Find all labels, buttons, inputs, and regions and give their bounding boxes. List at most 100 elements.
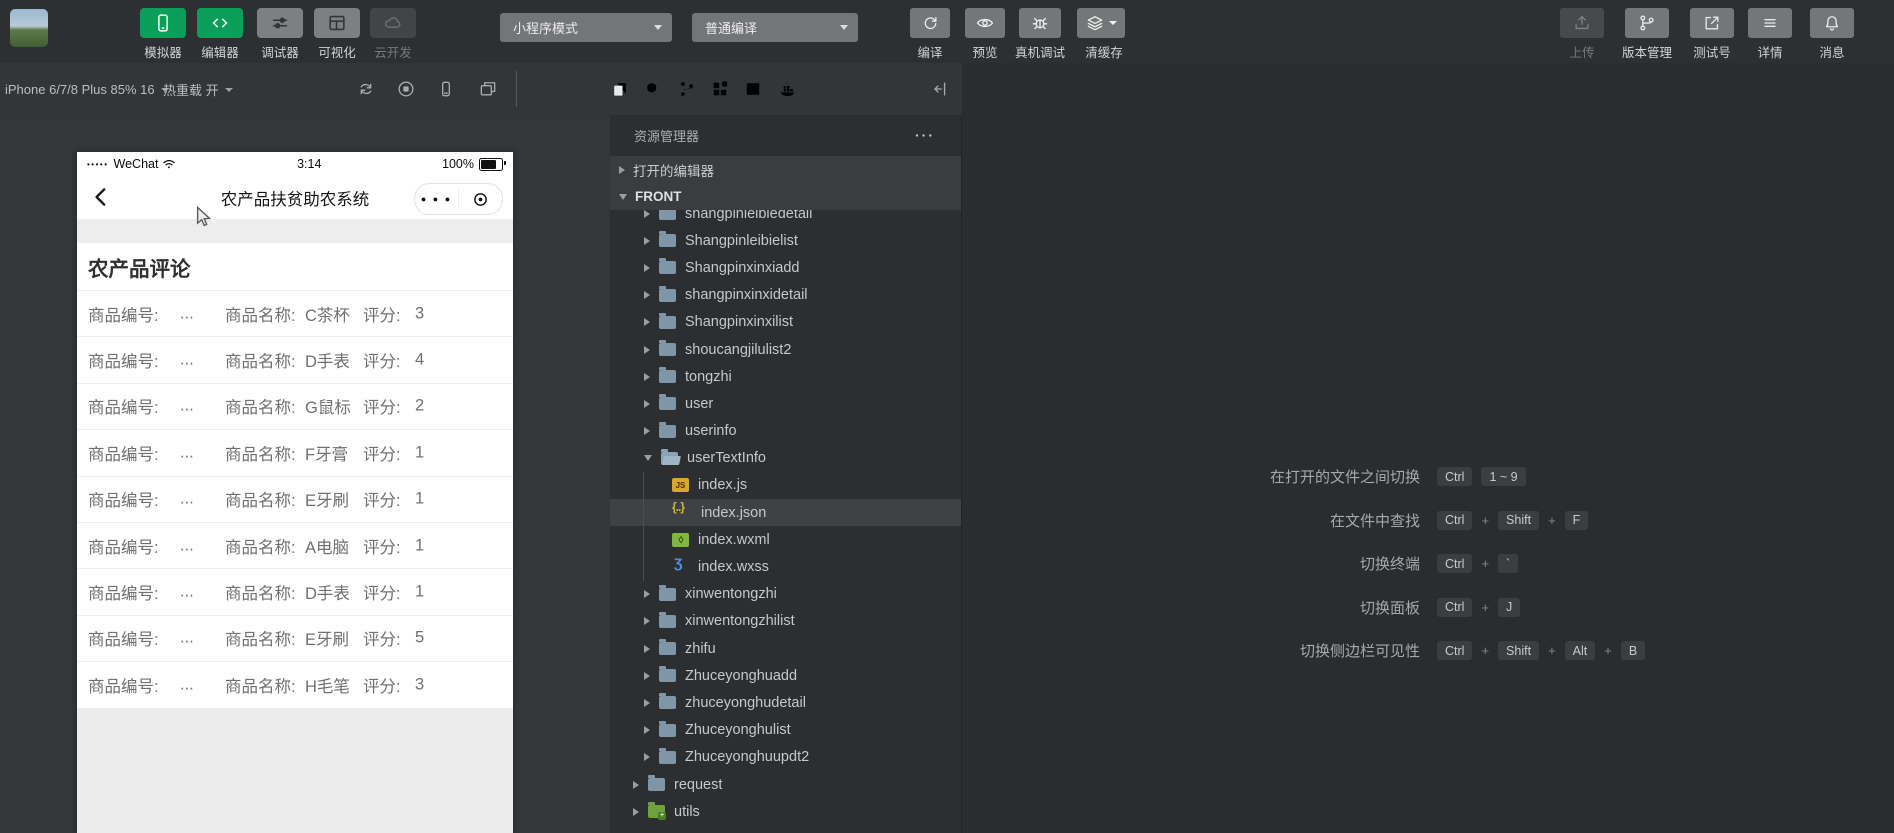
tree-item-label: index.wxml [698,531,770,548]
device-debug-button[interactable] [1019,8,1061,38]
compile-mode-value: 普通编译 [705,21,758,36]
product-no-value: ... [180,304,194,323]
tree-item[interactable]: zhuceyonghudetail [610,689,961,716]
docker-icon[interactable] [777,79,797,99]
expand-arrow-icon[interactable] [644,318,650,327]
cloud-icon [382,12,404,34]
messages-button[interactable] [1810,8,1854,38]
comment-row[interactable]: 商品编号: ... 商品名称: D手表 评分: 1 [77,569,513,616]
more-options-button[interactable]: ● ● ● [415,184,458,214]
comment-row[interactable]: 商品编号: ... 商品名称: H毛笔 评分: 3 [77,662,513,709]
shortcut-label: 切换终端 [1359,556,1420,574]
tree-item[interactable]: xinwentongzhi [610,581,961,608]
compile-mode-select[interactable]: 普通编译 [692,13,858,42]
version-control-button[interactable] [1625,8,1669,38]
tree-item[interactable]: index.js [610,472,961,499]
cloud-dev-tab-button[interactable] [370,8,416,38]
visualizer-tab-button[interactable] [314,8,360,38]
expand-arrow-icon[interactable] [644,372,650,381]
expand-arrow-icon[interactable] [644,236,650,245]
test-account-button[interactable] [1690,8,1734,38]
source-control-icon[interactable] [677,79,697,99]
expand-arrow-icon[interactable] [644,726,650,735]
extensions-icon[interactable] [710,79,730,99]
tree-item[interactable]: user [610,390,961,417]
device-selector[interactable]: iPhone 6/7/8 Plus 85% 16 [5,63,169,115]
preview-button[interactable] [965,8,1005,38]
expand-arrow-icon[interactable] [644,617,650,626]
search-icon[interactable] [643,79,663,99]
compile-button[interactable] [910,8,950,38]
expand-arrow-icon[interactable] [619,193,627,200]
tree-item[interactable]: xinwentongzhilist [610,608,961,635]
restart-icon[interactable] [356,79,376,99]
tree-item[interactable]: index.wxml [610,526,961,553]
expand-arrow-icon[interactable] [633,780,639,789]
explorer-section-row[interactable]: 打开的编辑器 [610,156,961,183]
file-type-icon [661,448,678,465]
tree-item[interactable]: index.wxss [610,553,961,580]
debugger-tab-button[interactable] [257,8,303,38]
tree-item[interactable]: request [610,771,961,798]
tree-item[interactable]: shoucangjilulist2 [610,336,961,363]
back-button[interactable] [89,184,115,210]
comment-row[interactable]: 商品编号: ... 商品名称: F牙膏 评分: 1 [77,430,513,477]
tree-item[interactable]: tongzhi [610,363,961,390]
comment-row[interactable]: 商品编号: ... 商品名称: G鼠标 评分: 2 [77,383,513,431]
hot-reload-toggle[interactable]: 热重载 开 [163,63,233,115]
explorer-section-row[interactable]: FRONT [610,183,961,210]
expand-arrow-icon[interactable] [644,291,650,300]
expand-arrow-icon[interactable] [644,209,650,218]
expand-arrow-icon[interactable] [644,590,650,599]
user-avatar[interactable] [10,9,48,47]
clear-cache-button[interactable] [1077,8,1125,38]
tree-item[interactable]: userTextInfo [610,445,961,472]
tree-item[interactable]: shangpinxinxidetail [610,282,961,309]
expand-arrow-icon[interactable] [644,671,650,680]
details-button[interactable] [1748,8,1792,38]
upload-button[interactable] [1560,8,1604,38]
record-stop-icon[interactable] [396,79,416,99]
editor-tab-button[interactable] [197,8,243,38]
comment-row[interactable]: 商品编号: ... 商品名称: E牙刷 评分: 1 [77,476,513,523]
shortcut-key-group: + F [1548,510,1597,530]
panel-layout-icon[interactable] [743,79,763,99]
expand-arrow-icon[interactable] [644,455,652,462]
expand-arrow-icon[interactable] [644,644,650,653]
tree-item[interactable]: index.json [610,499,961,527]
comment-row[interactable]: 商品编号: ... 商品名称: A电脑 评分: 1 [77,522,513,570]
device-frame-icon[interactable] [436,79,456,99]
eye-icon [975,13,995,33]
expand-arrow-icon[interactable] [619,165,625,174]
expand-arrow-icon[interactable] [633,807,639,816]
comment-row[interactable]: 商品编号: ... 商品名称: E牙刷 评分: 5 [77,615,513,663]
comment-row[interactable]: 商品编号: ... 商品名称: D手表 评分: 4 [77,337,513,384]
expand-arrow-icon[interactable] [644,427,650,436]
multi-window-icon[interactable] [478,79,498,99]
shortcut-row: 在文件中查找 Ctrl + Shift + F [1020,499,1740,543]
comment-row[interactable]: 商品编号: ... 商品名称: C茶杯 评分: 3 [77,291,513,338]
expand-arrow-icon[interactable] [644,399,650,408]
tree-item[interactable]: Shangpinxinxiadd [610,254,961,281]
simulator-tab-label: 模拟器 [144,46,182,60]
expand-arrow-icon[interactable] [644,753,650,762]
collapse-sidebar-icon[interactable] [930,79,950,99]
tree-item[interactable]: Zhuceyonghulist [610,717,961,744]
tree-item[interactable]: Zhuceyonghuupdt2 [610,744,961,771]
expand-arrow-icon[interactable] [644,698,650,707]
tree-item[interactable]: Zhuceyonghuadd [610,662,961,689]
external-link-icon [1702,13,1722,33]
tree-item[interactable]: userinfo [610,418,961,445]
expand-arrow-icon[interactable] [644,345,650,354]
files-icon[interactable] [610,79,630,99]
tree-item[interactable]: utils [610,798,961,825]
mode-select[interactable]: 小程序模式 [500,13,672,42]
tree-item[interactable]: Shangpinleibielist [610,227,961,254]
product-no-value: ... [180,675,194,694]
more-actions-button[interactable]: ··· [915,127,935,143]
close-mini-program-button[interactable] [459,184,502,214]
tree-item[interactable]: zhifu [610,635,961,662]
expand-arrow-icon[interactable] [644,263,650,272]
simulator-tab-button[interactable] [140,8,186,38]
tree-item[interactable]: Shangpinxinxilist [610,309,961,336]
